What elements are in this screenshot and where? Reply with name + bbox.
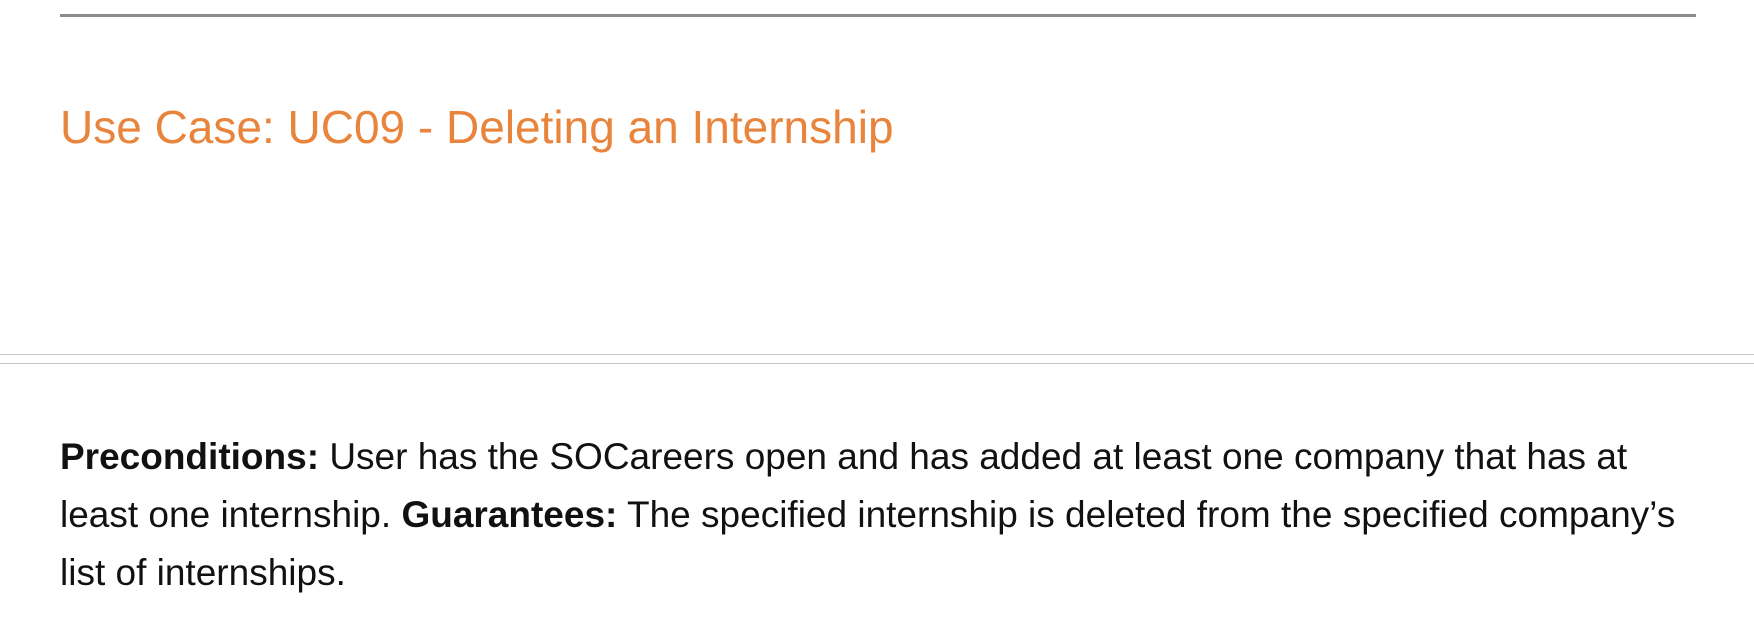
section-divider: [0, 354, 1754, 364]
use-case-heading: Use Case: UC09 - Deleting an Internship: [60, 101, 894, 153]
top-divider: [60, 14, 1696, 17]
guarantees-label: Guarantees:: [401, 494, 618, 535]
document-page: Use Case: UC09 - Deleting an Internship …: [0, 0, 1754, 636]
use-case-description: Preconditions: User has the SOCareers op…: [60, 428, 1700, 602]
preconditions-label: Preconditions:: [60, 436, 320, 477]
